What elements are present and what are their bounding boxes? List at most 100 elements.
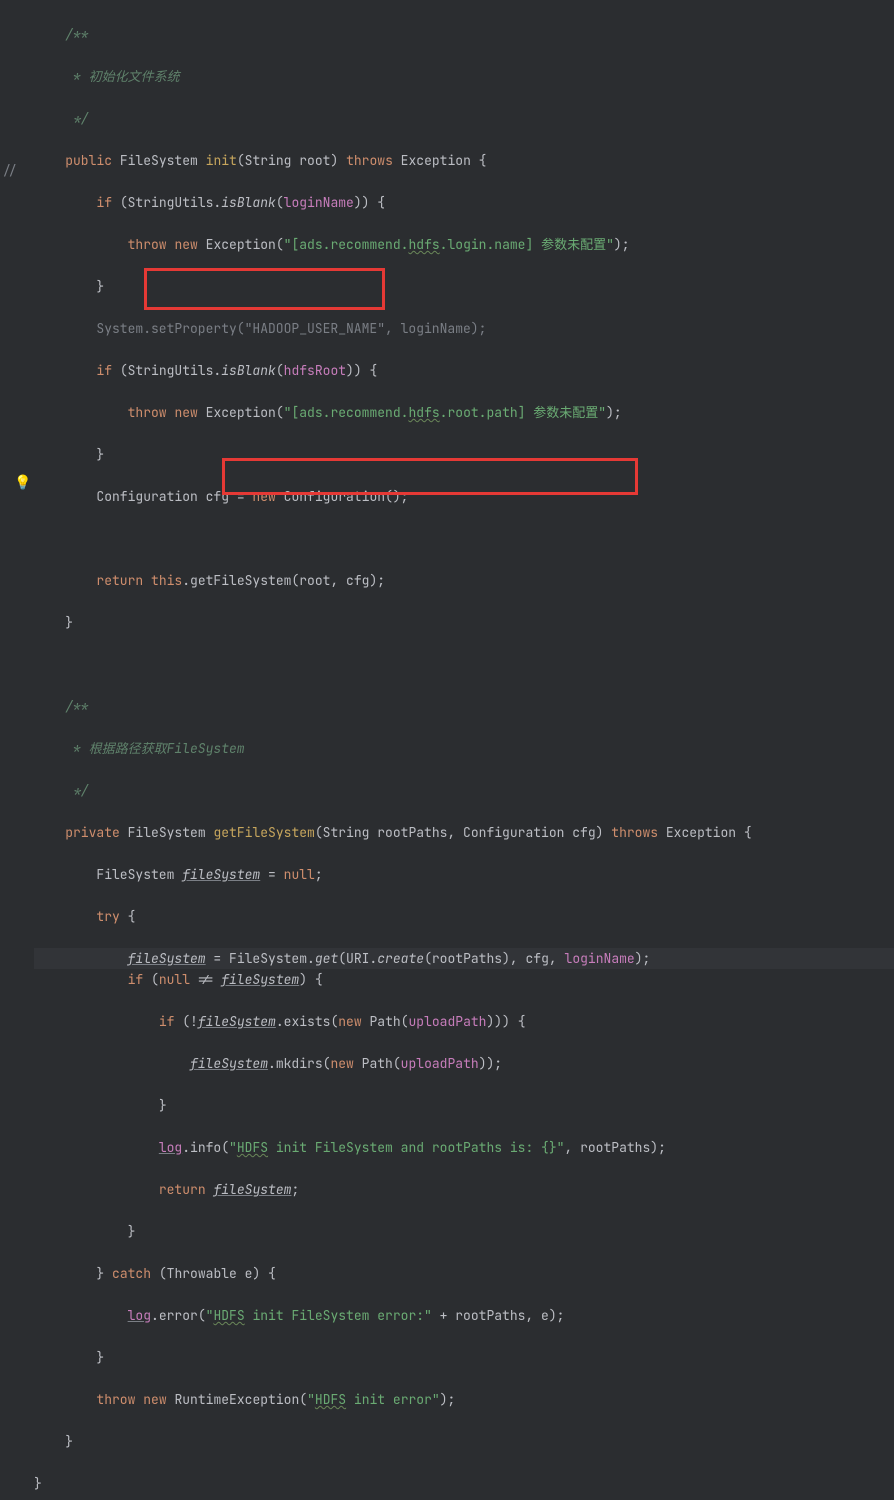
code-text: .info( bbox=[182, 1139, 229, 1156]
comma: , bbox=[510, 950, 518, 967]
code-text: )) { bbox=[346, 362, 377, 379]
intention-bulb-icon[interactable]: 💡 bbox=[14, 473, 31, 494]
kw-new: new bbox=[174, 404, 197, 421]
throws-exc: Exception { bbox=[393, 152, 487, 169]
string: "[ads.recommend. bbox=[284, 404, 409, 421]
kw-new: new bbox=[338, 1013, 361, 1030]
sig-params: (String rootPaths, Configuration cfg) bbox=[315, 824, 611, 841]
type-filesystem: FileSystem bbox=[128, 824, 206, 841]
kw-new: new bbox=[252, 488, 275, 505]
var-filesystem: fileSystem bbox=[128, 950, 206, 967]
code-text: (StringUtils. bbox=[112, 362, 221, 379]
kw-if: if bbox=[96, 194, 112, 211]
code-text: .error( bbox=[151, 1307, 206, 1324]
var-filesystem: fileSystem bbox=[221, 971, 299, 988]
var-filesystem: fileSystem bbox=[198, 1013, 276, 1030]
line-comment-marker: // bbox=[2, 160, 18, 181]
kw-private: private bbox=[65, 824, 120, 841]
brace: } bbox=[96, 1349, 104, 1366]
string: " bbox=[598, 404, 606, 421]
editor-gutter: // 💡 bbox=[0, 0, 30, 750]
paren: ( bbox=[276, 194, 284, 211]
method-get: get bbox=[315, 950, 338, 967]
field-uploadpath: uploadPath bbox=[401, 1055, 479, 1072]
code-text: cfg); bbox=[338, 572, 385, 589]
code-text: (rootPaths) bbox=[424, 950, 510, 967]
code-text: (); bbox=[385, 488, 408, 505]
var-filesystem: fileSystem bbox=[182, 866, 260, 883]
method-isblank: isBlank bbox=[221, 362, 276, 379]
paren: ( bbox=[401, 1013, 409, 1030]
method-getfilesystem: getFileSystem bbox=[213, 824, 314, 841]
string-typo: hdfs bbox=[408, 404, 439, 421]
code-text: rootPaths); bbox=[572, 1139, 666, 1156]
method-init: init bbox=[206, 152, 237, 169]
kw-try: try bbox=[96, 908, 119, 925]
code-text: ))) { bbox=[487, 1013, 526, 1030]
commented-code: System.setProperty("HADOOP_USER_NAME", l… bbox=[34, 320, 486, 337]
brace: } bbox=[159, 1097, 167, 1114]
field-loginname: loginName bbox=[565, 950, 635, 967]
javadoc-text: * 初始化文件系统 bbox=[65, 68, 179, 85]
code-text: ) { bbox=[299, 971, 322, 988]
comma: , bbox=[564, 1139, 572, 1156]
type-filesystem: FileSystem bbox=[96, 866, 174, 883]
var-filesystem: fileSystem bbox=[213, 1181, 291, 1198]
kw-new: new bbox=[174, 236, 197, 253]
type-filesystem: FileSystem bbox=[120, 152, 198, 169]
code-text: ); bbox=[614, 236, 630, 253]
code-text: cfg bbox=[518, 950, 549, 967]
code-text: Exception( bbox=[198, 236, 284, 253]
string-typo: HDFS bbox=[315, 1391, 346, 1408]
field-log: log bbox=[159, 1139, 182, 1156]
string: " bbox=[229, 1139, 237, 1156]
field-hdfsroot: hdfsRoot bbox=[284, 362, 346, 379]
type-path: Path bbox=[369, 1013, 400, 1030]
paren: ( bbox=[276, 362, 284, 379]
method-isblank: isBlank bbox=[221, 194, 276, 211]
kw-new: new bbox=[330, 1055, 353, 1072]
var-filesystem: fileSystem bbox=[190, 1055, 268, 1072]
kw-return: return bbox=[159, 1181, 206, 1198]
kw-if: if bbox=[96, 362, 112, 379]
string-typo: HDFS bbox=[237, 1139, 268, 1156]
field-log: log bbox=[128, 1307, 151, 1324]
kw-throw: throw bbox=[128, 236, 167, 253]
brace: } bbox=[34, 1475, 42, 1492]
brace: } bbox=[96, 278, 104, 295]
code-text: ); bbox=[440, 1391, 456, 1408]
string: " bbox=[206, 1307, 214, 1324]
kw-throw: throw bbox=[128, 404, 167, 421]
string: init FileSystem and rootPaths is: {}" bbox=[268, 1139, 564, 1156]
kw-throws: throws bbox=[611, 824, 658, 841]
code-text: + rootPaths, e); bbox=[432, 1307, 565, 1324]
code-text: ); bbox=[606, 404, 622, 421]
current-line-highlight: fileSystem = FileSystem.get(URI.create(r… bbox=[34, 948, 894, 969]
code-editor[interactable]: /** * 初始化文件系统 */ public FileSystem init (… bbox=[30, 0, 894, 1500]
code-text: .exists( bbox=[276, 1013, 338, 1030]
kw-catch: catch bbox=[112, 1265, 151, 1282]
javadoc-end: */ bbox=[65, 110, 88, 127]
kw-return: return bbox=[96, 572, 143, 589]
code-text: )); bbox=[479, 1055, 502, 1072]
kw-this: this bbox=[151, 572, 182, 589]
code-text: (! bbox=[174, 1013, 197, 1030]
string: init error" bbox=[346, 1391, 440, 1408]
code-text: cfg = bbox=[198, 488, 253, 505]
code-text: ); bbox=[635, 950, 651, 967]
paren: ( bbox=[143, 971, 159, 988]
kw-new: new bbox=[143, 1391, 166, 1408]
javadoc-end: */ bbox=[65, 782, 88, 799]
brace: } bbox=[65, 1433, 73, 1450]
javadoc-start: /** bbox=[65, 698, 88, 715]
semi: ; bbox=[315, 866, 323, 883]
method-create: create bbox=[377, 950, 424, 967]
kw-if: if bbox=[159, 1013, 175, 1030]
code-text: (StringUtils. bbox=[112, 194, 221, 211]
string-cn: 参数未配置 bbox=[533, 404, 598, 421]
brace: } bbox=[128, 1223, 136, 1240]
kw-null: null bbox=[159, 971, 190, 988]
kw-public: public bbox=[65, 152, 112, 169]
code-text: != bbox=[190, 971, 221, 988]
string: init FileSystem error:" bbox=[245, 1307, 432, 1324]
